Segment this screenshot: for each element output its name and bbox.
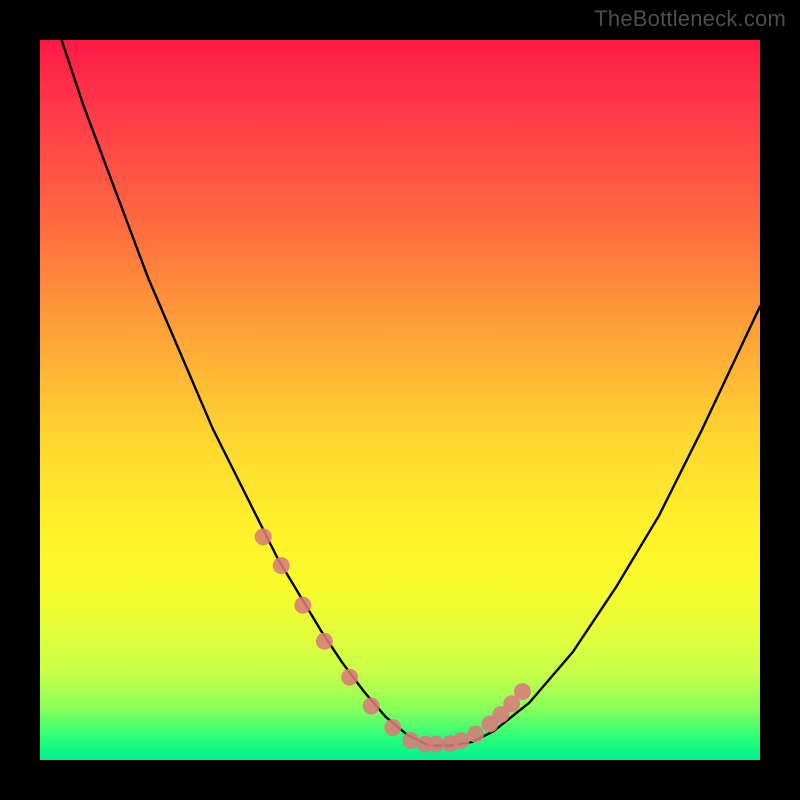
- data-marker: [273, 557, 290, 574]
- watermark-text: TheBottleneck.com: [594, 6, 786, 32]
- data-marker: [316, 633, 333, 650]
- data-marker: [402, 732, 419, 749]
- chart-frame: TheBottleneck.com: [0, 0, 800, 800]
- data-marker: [514, 683, 531, 700]
- chart-svg: [40, 40, 760, 760]
- data-marker: [384, 719, 401, 736]
- data-marker: [294, 597, 311, 614]
- curve-path: [40, 40, 760, 746]
- data-marker: [255, 528, 272, 545]
- data-marker: [467, 726, 484, 743]
- data-marker: [363, 698, 380, 715]
- data-marker: [341, 669, 358, 686]
- chart-plot-area: [40, 40, 760, 760]
